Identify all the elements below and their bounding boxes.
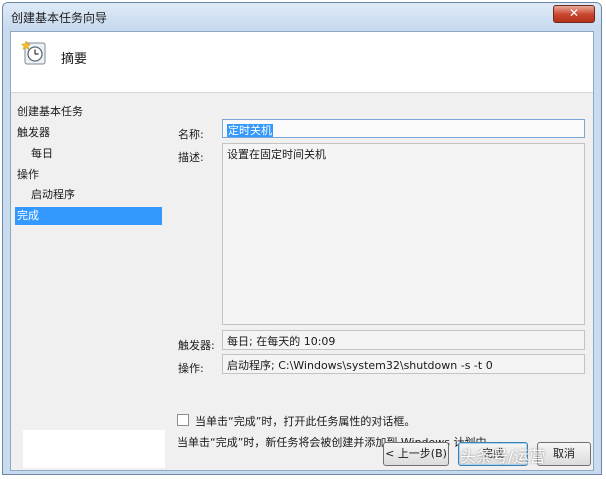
page-title: 摘要 (61, 52, 88, 67)
open-properties-checkbox-label[interactable]: 当单击“完成”时，打开此任务属性的对话框。 (195, 413, 415, 429)
wizard-steps-nav: 创建基本任务 触发器 每日 操作 启动程序 完成 (11, 93, 166, 470)
close-button[interactable]: ✕ (553, 5, 595, 23)
trigger-field: 每日; 在每天的 10:09 (222, 330, 585, 350)
nav-item-finish[interactable]: 完成 (15, 207, 162, 225)
open-properties-checkbox[interactable] (177, 414, 189, 426)
wizard-header: 摘要 (11, 32, 593, 93)
nav-item-start-program[interactable]: 启动程序 (15, 186, 162, 204)
action-label: 操作: (178, 362, 204, 375)
wizard-client: 摘要 创建基本任务 触发器 每日 操作 启动程序 完成 名称: 定时关机 描述:… (10, 31, 594, 471)
trigger-label: 触发器: (178, 339, 215, 352)
name-label: 名称: (178, 128, 204, 141)
watermark: 头条号/运营 (460, 447, 546, 466)
task-clock-icon (21, 40, 46, 65)
nav-item-daily[interactable]: 每日 (15, 145, 162, 163)
wizard-body: 创建基本任务 触发器 每日 操作 启动程序 完成 名称: 定时关机 描述: 设置… (11, 93, 593, 470)
name-field[interactable]: 定时关机 (222, 119, 585, 138)
wizard-window: 创建基本任务向导 ✕ 摘要 创建基本任务 触发器 每日 操作 启动程序 完成 名… (2, 2, 602, 475)
info-text: 当单击“完成”时，新任务将会被创建并添加到 Windows 计划中。 (177, 436, 498, 449)
nav-item-create-basic-task[interactable]: 创建基本任务 (15, 103, 162, 121)
description-label: 描述: (178, 151, 204, 164)
back-button[interactable]: < 上一步(B) (383, 442, 449, 466)
action-field: 启动程序; C:\Windows\system32\shutdown -s -t… (222, 354, 585, 374)
nav-item-trigger[interactable]: 触发器 (15, 124, 162, 142)
nav-item-action[interactable]: 操作 (15, 166, 162, 184)
blank-patch (23, 430, 165, 468)
window-title: 创建基本任务向导 (11, 11, 108, 25)
description-field[interactable]: 设置在固定时间关机 (222, 143, 585, 325)
title-bar[interactable]: 创建基本任务向导 ✕ (3, 3, 601, 31)
name-value: 定时关机 (227, 124, 273, 137)
